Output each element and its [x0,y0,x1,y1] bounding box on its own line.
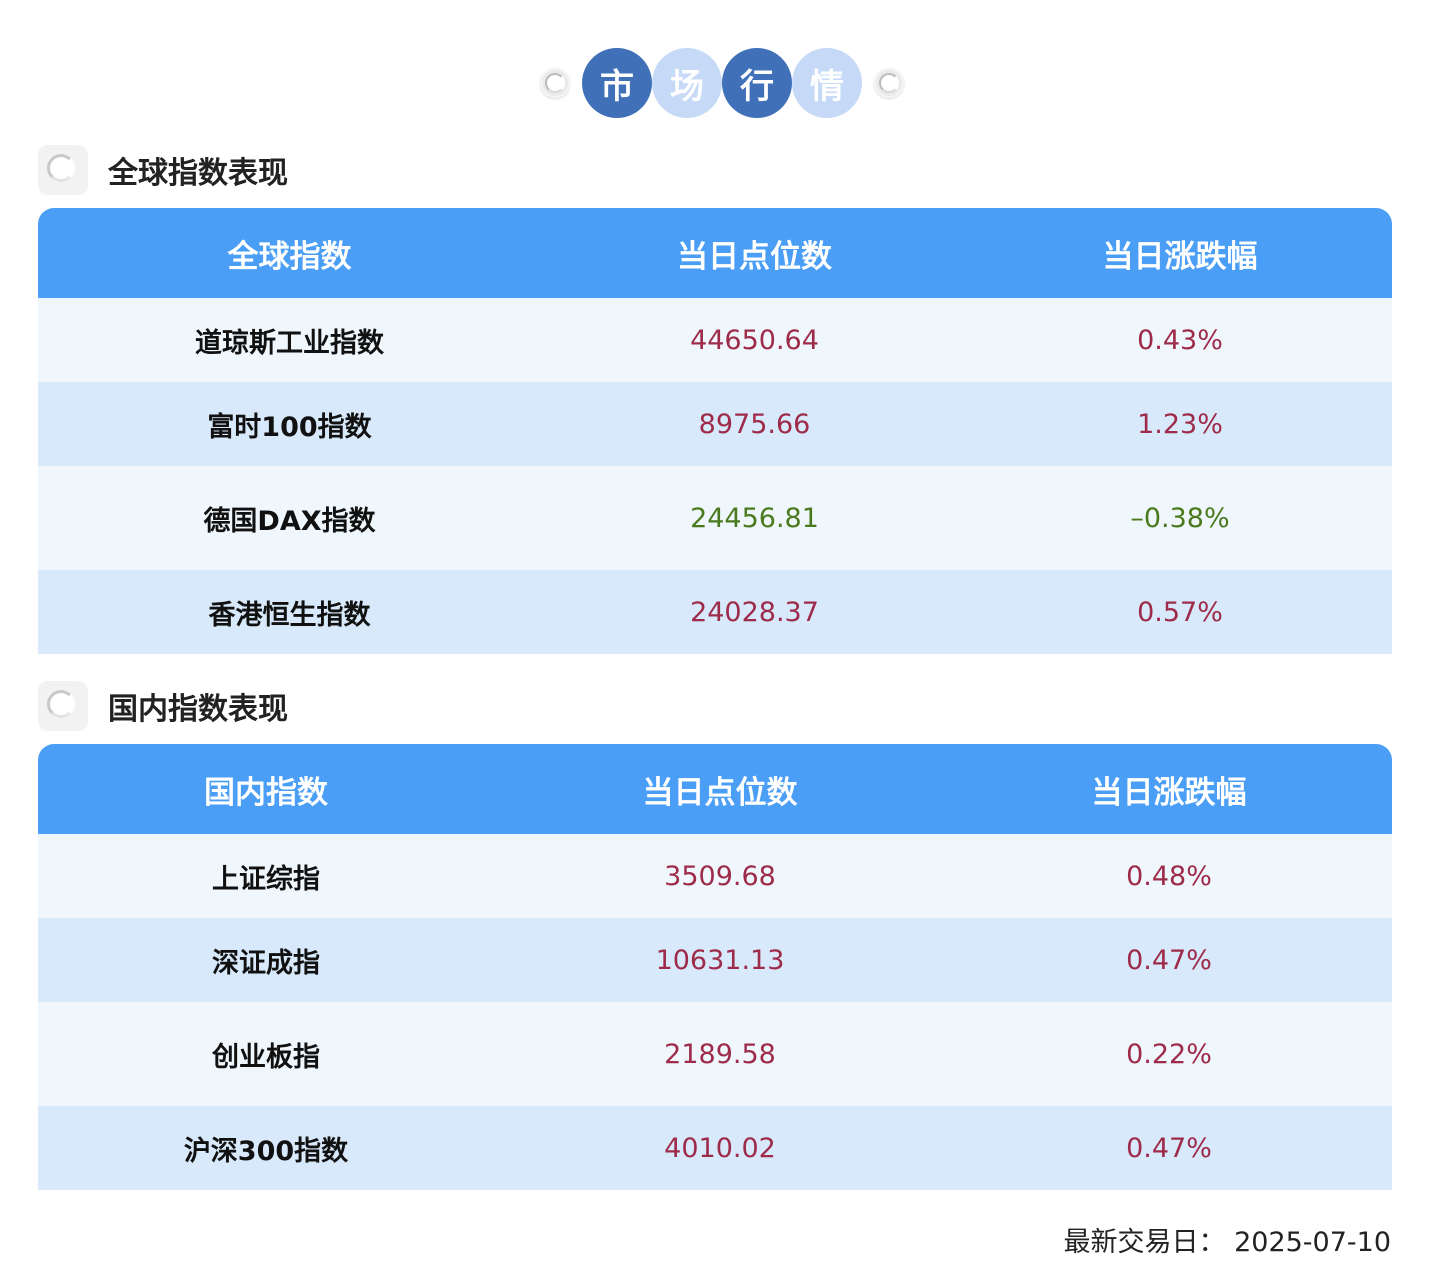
column-header-points: 当日点位数 [642,774,798,811]
index-name: 沪深300指数 [183,1135,349,1167]
table-header: 全球指数 当日点位数 当日涨跌幅 [38,208,1392,298]
column-header-index: 全球指数 [227,238,352,275]
loading-ring-icon [540,68,570,98]
market-title-banner: 市 场 行 情 [0,46,1444,120]
index-name: 富时100指数 [207,411,372,443]
domestic-index-table: 国内指数 当日点位数 当日涨跌幅 上证综指 3509.68 0.48% 深证成指… [38,744,1392,1190]
loading-ring-icon [874,68,904,98]
index-points: 8975.66 [698,408,811,440]
section-title: 全球指数表现 [108,156,288,191]
domestic-section-heading: 国内指数表现 [38,681,288,731]
global-section-heading: 全球指数表现 [38,145,288,195]
table-row: 道琼斯工业指数 44650.64 0.43% [38,298,1392,382]
latest-trading-day: 最新交易日： 2025-07-10 [1063,1227,1392,1258]
column-header-change: 当日涨跌幅 [1102,238,1258,275]
index-points: 10631.13 [655,944,785,976]
index-points: 2189.58 [664,1038,776,1070]
index-name: 创业板指 [212,1041,320,1073]
column-header-change: 当日涨跌幅 [1091,774,1247,811]
title-char: 情 [792,48,862,118]
index-name: 深证成指 [212,947,320,979]
index-points: 24456.81 [690,502,819,534]
index-change: –0.38% [1130,502,1230,534]
table-row: 富时100指数 8975.66 1.23% [38,382,1392,466]
index-points: 24028.37 [690,596,819,628]
index-change: 0.57% [1137,596,1223,628]
index-change: 0.22% [1126,1038,1212,1070]
index-change: 1.23% [1137,408,1223,440]
column-header-index: 国内指数 [204,774,328,811]
index-name: 上证综指 [212,863,320,895]
index-name: 德国DAX指数 [203,505,376,537]
title-char: 场 [652,48,722,118]
index-name: 香港恒生指数 [208,599,371,631]
table-row: 深证成指 10631.13 0.47% [38,918,1392,1002]
index-points: 44650.64 [690,324,819,356]
index-points: 4010.02 [664,1132,776,1164]
table-row: 沪深300指数 4010.02 0.47% [38,1106,1392,1190]
index-change: 0.47% [1126,944,1212,976]
title-char: 行 [722,48,792,118]
index-change: 0.48% [1126,860,1212,892]
section-title: 国内指数表现 [108,692,288,727]
table-header: 国内指数 当日点位数 当日涨跌幅 [38,744,1392,834]
index-points: 3509.68 [664,860,776,892]
index-change: 0.43% [1137,324,1223,356]
ring-icon [38,681,88,731]
global-index-table: 全球指数 当日点位数 当日涨跌幅 道琼斯工业指数 44650.64 0.43% … [38,208,1392,654]
column-header-points: 当日点位数 [677,238,832,275]
table-row: 创业板指 2189.58 0.22% [38,1002,1392,1106]
table-row: 德国DAX指数 24456.81 –0.38% [38,466,1392,570]
index-name: 道琼斯工业指数 [195,327,384,359]
table-row: 上证综指 3509.68 0.48% [38,834,1392,918]
table-row: 香港恒生指数 24028.37 0.57% [38,570,1392,654]
title-char: 市 [582,48,652,118]
ring-icon [38,145,88,195]
index-change: 0.47% [1126,1132,1212,1164]
market-title: 市 场 行 情 [582,48,862,118]
